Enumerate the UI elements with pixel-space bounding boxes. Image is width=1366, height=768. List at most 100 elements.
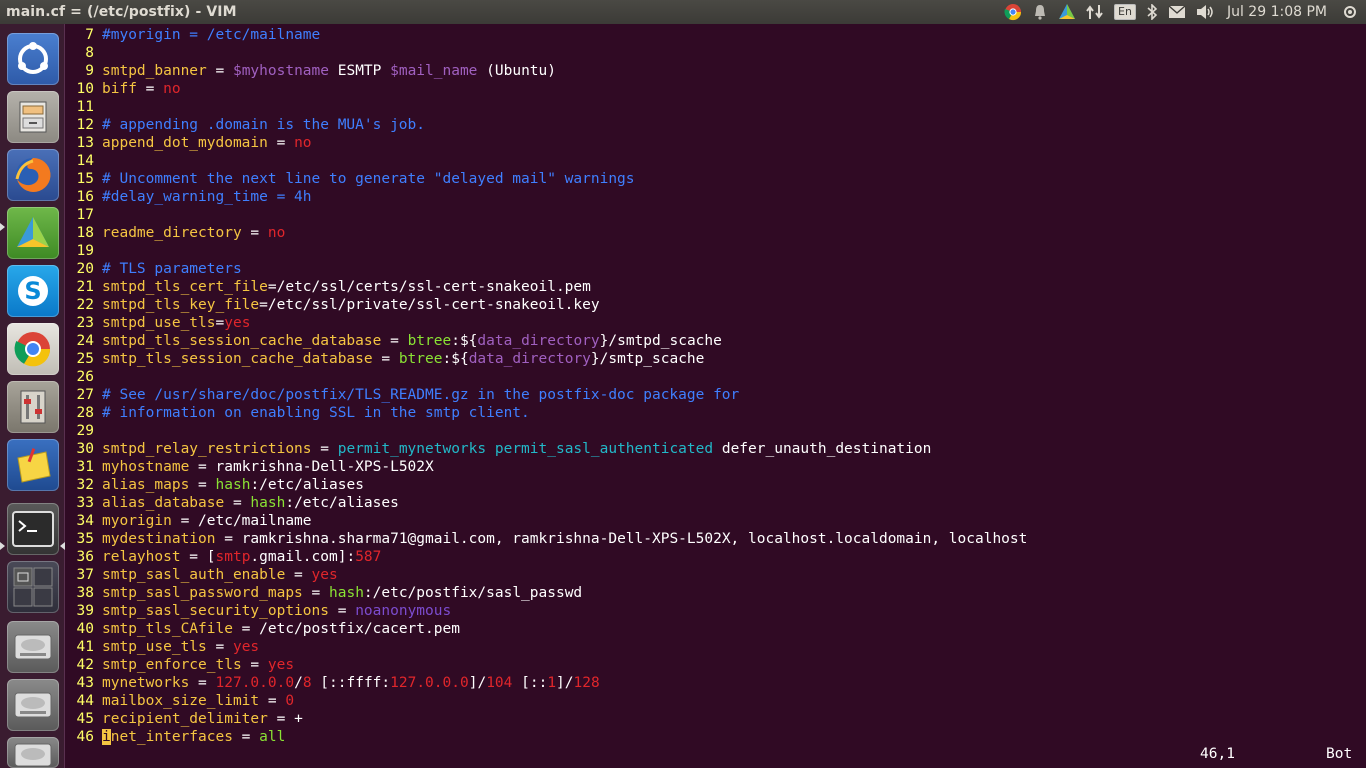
code-token: = (232, 729, 260, 745)
editor-line[interactable]: 26 (66, 368, 102, 386)
code-token: mailbox_size_limit (102, 693, 260, 709)
line-number: 40 (76, 621, 94, 637)
code-token: relayhost (102, 549, 181, 565)
launcher-drive-1[interactable] (7, 621, 59, 673)
code-token: :/etc/aliases (285, 495, 399, 511)
code-token: = (267, 135, 295, 151)
launcher-drive-2[interactable] (7, 679, 59, 731)
editor-line[interactable]: 31 myhostname = ramkrishna-Dell-XPS-L502X (66, 458, 434, 476)
editor-line[interactable]: 22 smtpd_tls_key_file=/etc/ssl/private/ss… (66, 296, 600, 314)
editor-line[interactable]: 46 inet_interfaces = all (66, 728, 285, 746)
code-token: = (241, 225, 268, 241)
editor-line[interactable]: 11 (66, 98, 102, 116)
line-number: 26 (76, 369, 94, 385)
launcher-files[interactable] (7, 91, 59, 143)
editor-line[interactable]: 13 append_dot_mydomain = no (66, 134, 312, 152)
volume-icon[interactable] (1196, 0, 1216, 24)
launcher-terminal[interactable] (7, 503, 59, 555)
code-token: 128 (573, 675, 600, 691)
editor-line[interactable]: 16 #delay_warning_time = 4h (66, 188, 312, 206)
editor-line[interactable]: 7 #myorigin = /etc/mailname (66, 26, 320, 44)
code-token: no (294, 135, 312, 151)
editor-line[interactable]: 8 (66, 44, 102, 62)
line-number: 17 (76, 207, 94, 223)
editor-line[interactable]: 27 # See /usr/share/doc/postfix/TLS_READM… (66, 386, 740, 404)
editor-line[interactable]: 43 mynetworks = 127.0.0.0/8 [::ffff:127.0… (66, 674, 600, 692)
editor-line[interactable]: 19 (66, 242, 102, 260)
editor-line[interactable]: 18 readme_directory = no (66, 224, 286, 242)
launcher-drive-3[interactable] (7, 737, 59, 768)
line-number: 36 (76, 549, 94, 565)
line-number: 15 (76, 171, 94, 187)
editor-line[interactable]: 14 (66, 152, 102, 170)
code-token: [::ffff: (311, 675, 391, 691)
code-token: [:: (512, 675, 548, 691)
editor-line[interactable]: 34 myorigin = /etc/mailname (66, 512, 312, 530)
editor-line[interactable]: 42 smtp_enforce_tls = yes (66, 656, 295, 674)
editor-line[interactable]: 15 # Uncomment the next line to generate … (66, 170, 635, 188)
editor-line[interactable]: 10 biff = no (66, 80, 181, 98)
code-token: = (381, 333, 408, 349)
editor-line[interactable]: 30 smtpd_relay_restrictions = permit_myne… (66, 440, 932, 458)
editor-line[interactable]: 35 mydestination = ramkrishna.sharma71@gm… (66, 530, 1028, 548)
editor-line[interactable]: 9 smtpd_banner = $myhostname ESMTP $mail_… (66, 62, 556, 80)
editor-line[interactable]: 24 smtpd_tls_session_cache_database = btr… (66, 332, 722, 350)
editor-line[interactable]: 23 smtpd_use_tls=yes (66, 314, 251, 332)
editor-line[interactable]: 38 smtp_sasl_password_maps = hash:/etc/po… (66, 584, 583, 602)
notifications-icon[interactable] (1032, 0, 1048, 24)
editor-line[interactable]: 21 smtpd_tls_cert_file=/etc/ssl/certs/ssl… (66, 278, 591, 296)
editor-line[interactable]: 29 (66, 422, 102, 440)
code-token: smtp_tls_CAfile (102, 621, 233, 637)
launcher-notes[interactable] (7, 439, 59, 491)
editor-line[interactable]: 39 smtp_sasl_security_options = noanonymo… (66, 602, 452, 620)
editor-line[interactable]: 40 smtp_tls_CAfile = /etc/postfix/cacert.… (66, 620, 460, 638)
code-token: alias_database (102, 495, 225, 511)
mail-icon[interactable] (1168, 0, 1186, 24)
top-panel: main.cf = (/etc/postfix) - VIM En Jul 29… (0, 0, 1366, 24)
launcher-system-settings[interactable] (7, 381, 59, 433)
editor-line[interactable]: 36 relayhost = [smtp.gmail.com]:587 (66, 548, 382, 566)
line-number: 43 (76, 675, 94, 691)
keyboard-icon[interactable]: En (1114, 0, 1136, 24)
bluetooth-icon[interactable] (1146, 0, 1158, 24)
line-number: 8 (85, 45, 94, 61)
launcher-firefox[interactable] (7, 149, 59, 201)
code-token: yes (267, 657, 295, 673)
launcher-chrome[interactable] (7, 323, 59, 375)
editor-line[interactable]: 12 # appending .domain is the MUA's job. (66, 116, 425, 134)
code-token: smtp_sasl_password_maps (102, 585, 303, 601)
cursor-position: 46,1 (1200, 746, 1235, 762)
code-token: myorigin (102, 513, 172, 529)
launcher-workspace-switcher[interactable] (7, 561, 59, 613)
editor-line[interactable]: 28 # information on enabling SSL in the s… (66, 404, 530, 422)
editor-line[interactable]: 20 # TLS parameters (66, 260, 242, 278)
chrome-icon[interactable] (1004, 0, 1022, 24)
line-number: 37 (76, 567, 94, 583)
window-title: main.cf = (/etc/postfix) - VIM (6, 4, 237, 20)
editor-line[interactable]: 33 alias_database = hash:/etc/aliases (66, 494, 399, 512)
terminal-icon (12, 511, 54, 547)
editor-line[interactable]: 44 mailbox_size_limit = 0 (66, 692, 295, 710)
editor-line[interactable]: 37 smtp_sasl_auth_enable = yes (66, 566, 338, 584)
code-token: # TLS parameters (102, 261, 242, 277)
network-arrows-icon[interactable] (1086, 0, 1104, 24)
code-token: hash (329, 585, 364, 601)
editor-line[interactable]: 45 recipient_delimiter = + (66, 710, 303, 728)
line-number: 25 (76, 351, 94, 367)
launcher-ubuntu-dash[interactable] (7, 33, 59, 85)
editor-line[interactable]: 32 alias_maps = hash:/etc/aliases (66, 476, 364, 494)
launcher-skype[interactable]: S (7, 265, 59, 317)
update-icon[interactable] (1058, 0, 1076, 24)
code-token: smtpd_tls_cert_file (102, 279, 268, 295)
launcher-software-updater[interactable] (7, 207, 59, 259)
vim-editor[interactable]: 7 #myorigin = /etc/mailname 8 9 smtpd_banner… (66, 24, 1366, 768)
power-gear-icon[interactable] (1342, 0, 1358, 24)
editor-line[interactable]: 17 (66, 206, 102, 224)
editor-line[interactable]: 25 smtp_tls_session_cache_database = btre… (66, 350, 705, 368)
editor-line[interactable]: 41 smtp_use_tls = yes (66, 638, 260, 656)
line-number: 9 (85, 63, 94, 79)
code-token: ESMTP (329, 63, 391, 79)
line-number: 42 (76, 657, 94, 673)
code-token: = (224, 495, 251, 511)
clock[interactable]: Jul 29 1:08 PM (1227, 4, 1327, 20)
